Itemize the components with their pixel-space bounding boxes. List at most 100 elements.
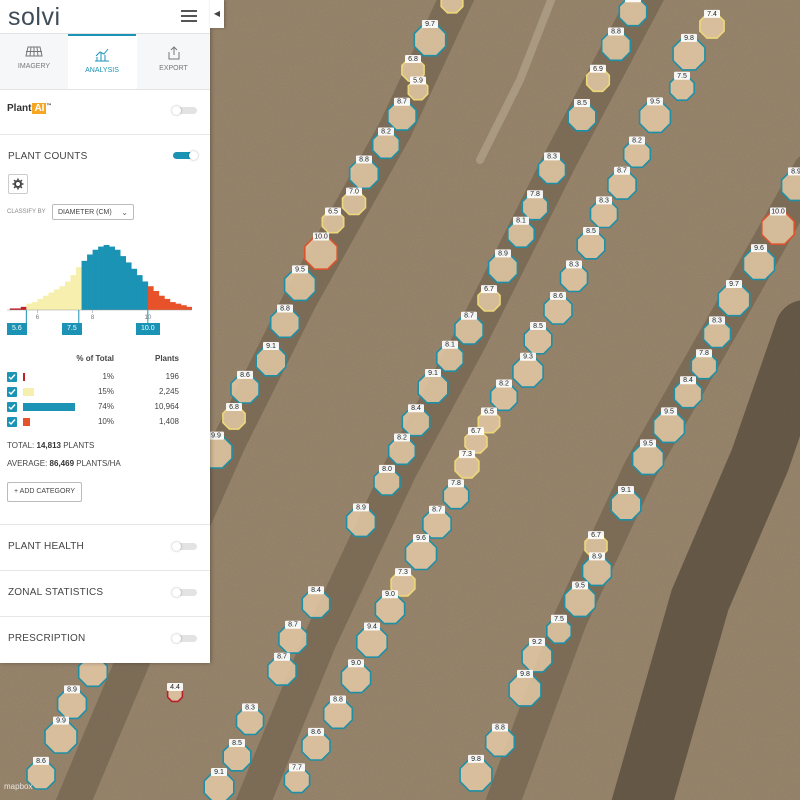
histogram-break-handles[interactable] (25, 310, 149, 323)
average-label: AVERAGE: (7, 459, 48, 468)
category-percent: 15% (97, 387, 114, 396)
histogram-bar (31, 302, 38, 310)
mapbox-attribution[interactable]: mapbox (4, 782, 32, 791)
histogram-bar (48, 292, 55, 310)
classify-by-label: CLASSIFY BY (7, 209, 46, 215)
prescription-title[interactable]: PRESCRIPTION (8, 633, 85, 644)
plant-outline (348, 158, 380, 190)
category-percent: 74% (97, 402, 114, 411)
plant-diameter-label: 8.6 (240, 372, 250, 379)
classify-by-select[interactable]: DIAMETER (CM) ⌄ (52, 204, 134, 220)
tab-imagery[interactable]: IMAGERY (0, 34, 68, 89)
plant-outline (622, 139, 652, 169)
plant-diameter-label: 8.4 (411, 405, 421, 412)
plant-outline (742, 247, 776, 281)
plant-outline (672, 37, 706, 71)
category-plants: 10,964 (154, 402, 179, 411)
solvi-logo[interactable]: solvi (8, 3, 61, 32)
plant-diameter-label: 7.5 (677, 73, 687, 80)
plant-health-toggle[interactable] (172, 542, 197, 551)
plant-marker[interactable]: 5.9 (407, 76, 429, 101)
plant-diameter-label: 7.5 (554, 616, 564, 623)
plant-diameter-label: 7.8 (699, 350, 709, 357)
histogram-bar (20, 306, 27, 310)
plant-diameter-label: 7.4 (707, 11, 717, 18)
zonal-statistics-title[interactable]: ZONAL STATISTICS (8, 587, 103, 598)
toggle-knob (172, 106, 181, 115)
plant-outline (459, 758, 493, 792)
plant-diameter-label: 9.6 (754, 245, 764, 252)
hamburger-menu-icon[interactable] (181, 10, 197, 22)
plant-marker[interactable]: 6.8 (222, 402, 246, 430)
category-checkbox[interactable] (7, 417, 17, 427)
plant-outline (760, 211, 796, 245)
histogram-bar (164, 298, 171, 310)
plant-outline (345, 506, 377, 538)
plant-counts-toggle[interactable] (173, 151, 198, 160)
category-checkbox[interactable] (7, 387, 17, 397)
plant-outline (576, 230, 606, 260)
plant-health-title[interactable]: PLANT HEALTH (8, 541, 84, 552)
plant-outline (673, 379, 703, 409)
plant-diameter-label: 8.0 (382, 466, 392, 473)
plant-outline (235, 706, 265, 736)
plant-outline (652, 410, 686, 444)
add-category-button[interactable]: + ADD CATEGORY (7, 482, 83, 502)
plant-diameter-label: 9.8 (520, 671, 530, 678)
plant-outline (203, 771, 235, 800)
tab-imagery-label: IMAGERY (17, 63, 51, 70)
plant-marker[interactable]: 6.7 (464, 427, 488, 454)
tab-analysis[interactable]: ANALYSIS (68, 34, 136, 89)
average-value: 86,469 (49, 459, 75, 468)
settings-button[interactable] (8, 174, 28, 194)
plant-marker[interactable]: 8.4 (618, 0, 648, 27)
plant-diameter-label: 9.4 (367, 624, 377, 631)
plant-counts-title: PLANT COUNTS (8, 151, 88, 162)
plant-outline (508, 673, 542, 707)
plant-outline (567, 102, 597, 132)
plant-outline (489, 382, 519, 412)
plant-diameter-label: 8.4 (628, 0, 638, 2)
plant-marker[interactable]: 6.7 (477, 285, 501, 312)
plant-outline (301, 589, 331, 619)
category-color-bar (23, 418, 30, 426)
pct-header: % of Total (76, 354, 114, 363)
histogram-bar (169, 302, 176, 310)
tab-export[interactable]: EXPORT (137, 34, 210, 89)
histogram-bar (26, 303, 33, 310)
break-tag-mid[interactable]: 7.5 (62, 323, 82, 335)
plant-diameter-label: 8.1 (516, 218, 526, 225)
plant-ai-toggle[interactable] (172, 106, 197, 115)
plant-outline (355, 625, 389, 659)
plant-diameter-label: 9.1 (621, 487, 631, 494)
check-icon (8, 389, 16, 396)
category-checkbox[interactable] (7, 372, 17, 382)
break-tag-high[interactable]: 10.0 (136, 323, 160, 335)
gear-icon (12, 178, 24, 190)
plant-outline (387, 101, 417, 131)
histogram-bar (109, 246, 115, 310)
break-tag-low[interactable]: 5.6 (7, 323, 27, 335)
plant-diameter-label: 6.5 (484, 408, 494, 415)
plant-outline (512, 356, 544, 388)
plant-marker[interactable]: 6.5 (321, 207, 345, 234)
diameter-histogram[interactable]: 6810 (7, 235, 192, 340)
zonal-statistics-toggle[interactable] (172, 588, 197, 597)
plant-diameter-label: 6.5 (328, 208, 338, 215)
plant-marker[interactable]: 4.4 (166, 683, 184, 703)
plant-diameter-label: 8.9 (67, 686, 77, 693)
category-checkbox[interactable] (7, 402, 17, 412)
prescription-toggle[interactable] (172, 634, 197, 643)
category-plants: 196 (165, 372, 179, 381)
category-row: 10% 1,408 (7, 417, 179, 429)
plant-diameter-label: 8.5 (533, 323, 543, 330)
plant-diameter-label: 8.3 (245, 704, 255, 711)
plant-ai-section: Plant AI ™ (0, 90, 210, 135)
histogram-bar (70, 275, 77, 310)
category-percent: 10% (97, 417, 114, 426)
plant-marker[interactable]: 6.9 (585, 64, 611, 93)
histogram-bar (92, 249, 99, 310)
panel-tabs: IMAGERY ANALYSIS EXPORT (0, 34, 210, 90)
collapse-panel-button[interactable]: ◀ (210, 0, 224, 28)
plant-diameter-label: 4.4 (170, 684, 180, 691)
